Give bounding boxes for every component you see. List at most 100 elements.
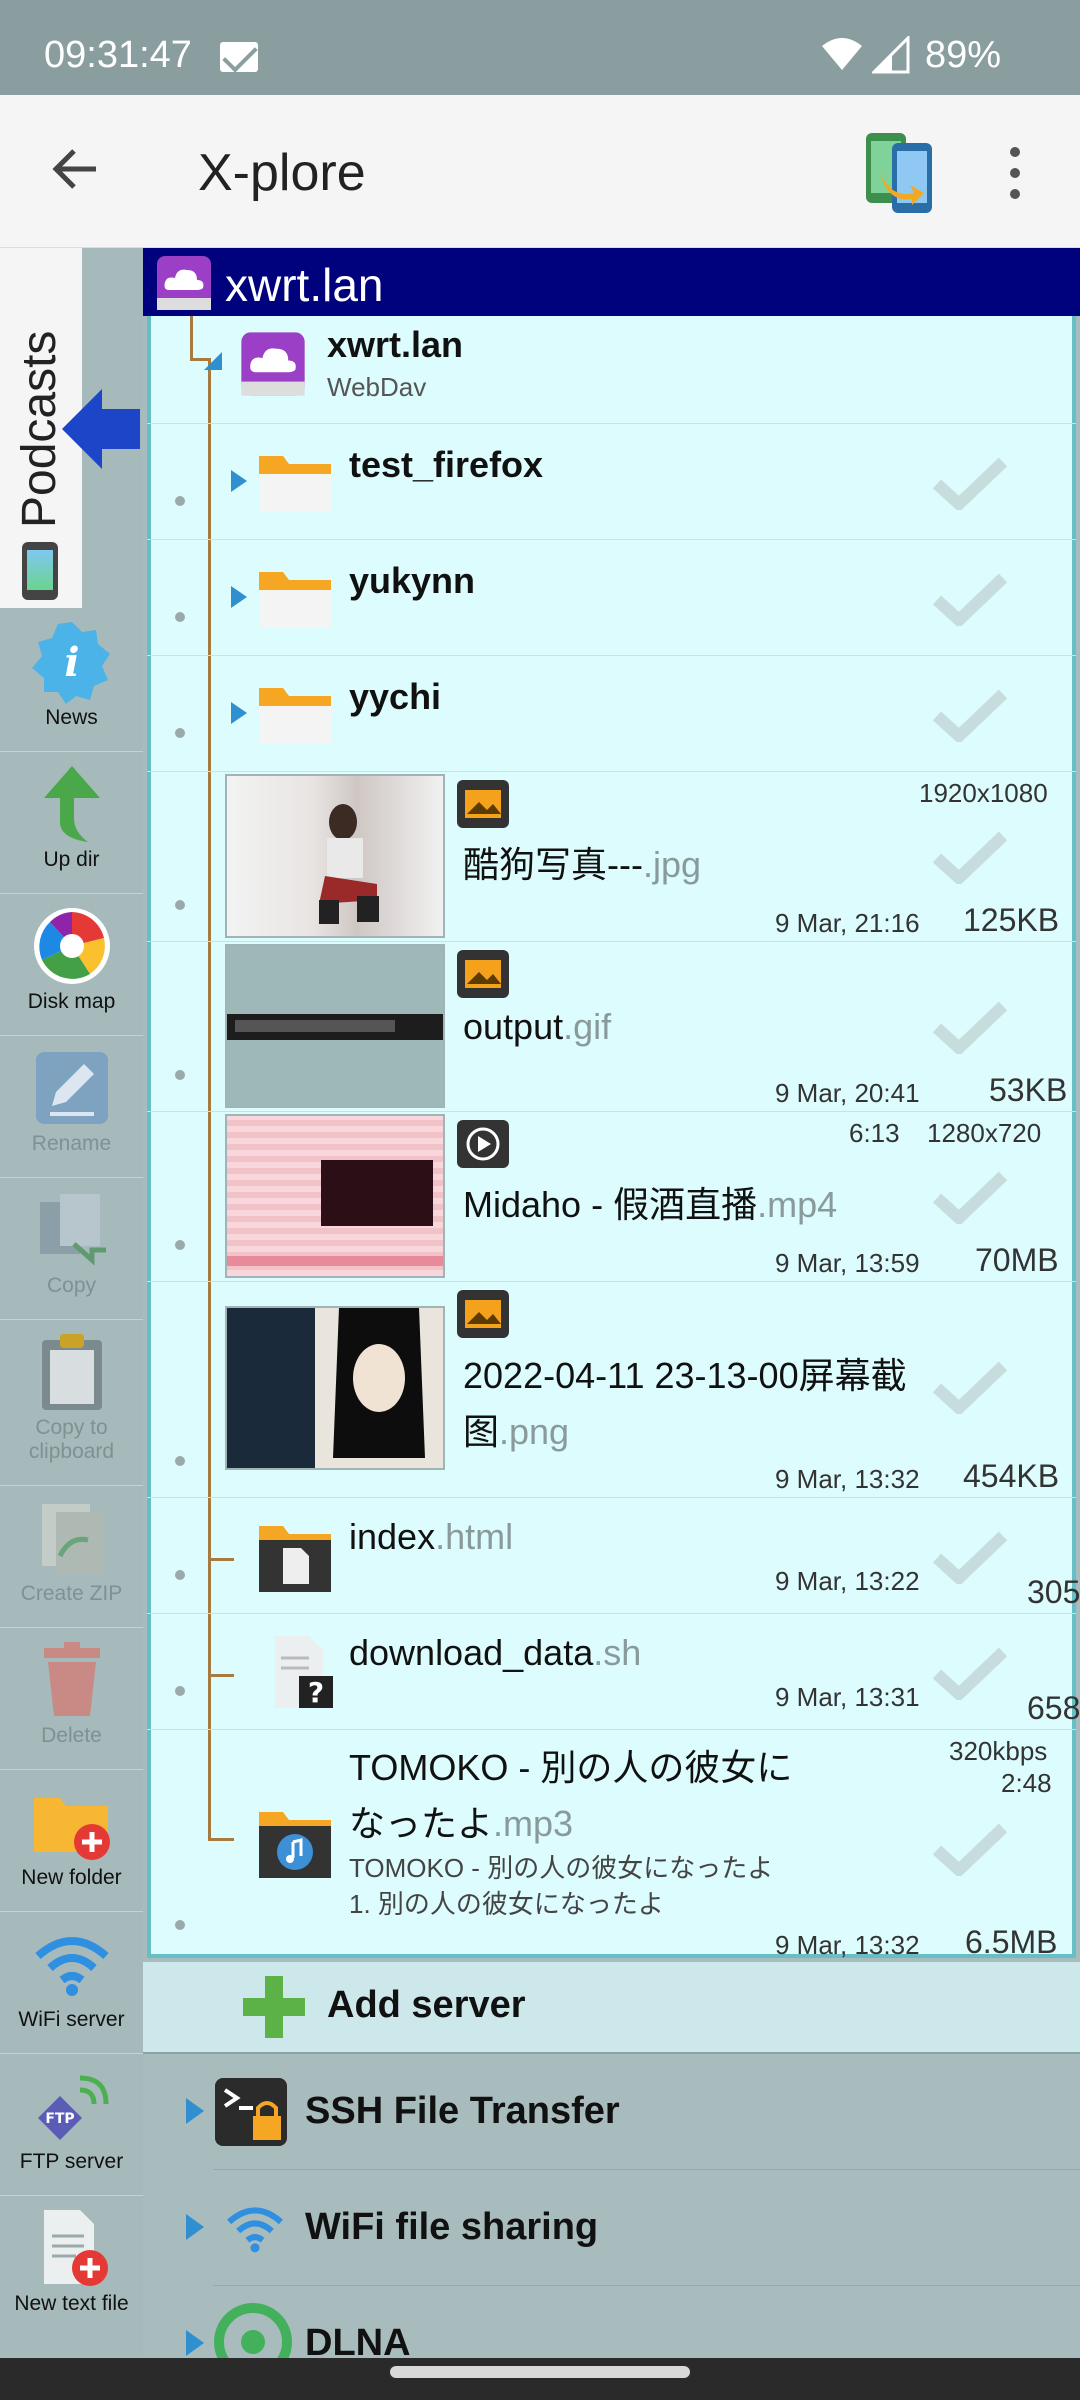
cloud-drive-icon [157, 256, 211, 310]
rename-button[interactable]: Rename [0, 1036, 143, 1178]
folder-icon [259, 572, 331, 628]
file-date: 9 Mar, 13:32 [775, 1464, 920, 1494]
new-text-file-button[interactable]: New text file [0, 2196, 143, 2338]
file-date: 9 Mar, 13:31 [775, 1682, 920, 1712]
check-icon[interactable] [933, 1170, 1007, 1224]
expand-triangle-icon[interactable] [231, 586, 247, 608]
audio-duration: 2:48 [1001, 1768, 1052, 1798]
svg-text:i: i [64, 639, 79, 686]
check-icon[interactable] [933, 830, 1007, 884]
new-text-file-icon [44, 2210, 108, 2286]
ssh-lock-icon [215, 2078, 287, 2146]
expand-triangle-icon[interactable] [186, 2098, 204, 2124]
up-dir-label: Up dir [43, 848, 100, 871]
panel-header[interactable]: xwrt.lan [143, 248, 1080, 316]
folder-row[interactable]: yychi [147, 656, 1076, 772]
check-icon[interactable] [933, 1822, 1007, 1876]
expand-triangle-icon[interactable] [186, 2214, 204, 2240]
app-bar: X-plore [0, 95, 1080, 248]
check-icon[interactable] [933, 1000, 1007, 1054]
plus-icon [243, 1976, 305, 2038]
root-name: xwrt.lan [327, 324, 464, 365]
file-row[interactable]: output.gif 9 Mar, 20:41 53KB [147, 942, 1076, 1112]
root-type: WebDav [327, 372, 427, 402]
file-name: index.html [349, 1516, 514, 1557]
folder-row[interactable]: yukynn [147, 540, 1076, 656]
panel-header-title: xwrt.lan [225, 259, 384, 311]
trash-icon [44, 1642, 100, 1716]
file-row[interactable]: 2022-04-11 23-13-00屏幕截 图.png 9 Mar, 13:32… [147, 1282, 1076, 1498]
check-icon[interactable] [933, 572, 1007, 626]
server-wifi-sharing[interactable]: WiFi file sharing [143, 2170, 1080, 2286]
server-ssh[interactable]: SSH File Transfer [143, 2054, 1080, 2170]
folder-name: yychi [349, 676, 442, 717]
file-date: 9 Mar, 13:22 [775, 1566, 920, 1596]
status-bar: 09:31:47 89% [0, 0, 1080, 95]
create-zip-label: Create ZIP [20, 1582, 123, 1605]
copy-label: Copy [46, 1274, 97, 1297]
ftp-server-icon: FTP [38, 2075, 109, 2140]
check-icon[interactable] [933, 1646, 1007, 1700]
back-arrow-icon[interactable] [50, 143, 102, 195]
file-name: output.gif [463, 1006, 612, 1047]
file-size: 70MB [975, 1242, 1059, 1278]
check-icon[interactable] [933, 456, 1007, 510]
file-row[interactable]: TOMOKO - 別の人の彼女に なったよ.mp3 320kbps 2:48 TO… [147, 1730, 1076, 1960]
disk-map-label: Disk map [27, 990, 116, 1013]
html-file-icon [259, 1526, 331, 1592]
copy-button[interactable]: Copy [0, 1178, 143, 1320]
home-gesture-pill[interactable] [390, 2366, 690, 2378]
folder-name: yukynn [349, 560, 476, 601]
expand-triangle-icon[interactable] [231, 702, 247, 724]
file-row[interactable]: 6:13 1280x720 Midaho - 假酒直播.mp4 9 Mar, 1… [147, 1112, 1076, 1282]
switch-pane-icon[interactable] [862, 129, 938, 217]
image-file-icon [457, 1290, 509, 1338]
system-navigation-bar [0, 2358, 1080, 2400]
file-row[interactable]: 1920x1080 酷狗写真---.jpg 9 Mar, 21:16 125KB [147, 772, 1076, 942]
disk-map-button[interactable]: Disk map [0, 894, 143, 1036]
up-arrow-icon [44, 766, 100, 842]
up-dir-button[interactable]: Up dir [0, 752, 143, 894]
root-row[interactable]: xwrt.lan WebDav [147, 316, 1076, 424]
ssh-label: SSH File Transfer [305, 2090, 620, 2132]
check-icon[interactable] [933, 1360, 1007, 1414]
image-thumbnail [225, 774, 445, 938]
check-icon[interactable] [933, 688, 1007, 742]
expand-triangle-icon[interactable] [231, 470, 247, 492]
folder-icon [259, 688, 331, 744]
create-zip-button[interactable]: Create ZIP [0, 1486, 143, 1628]
blue-left-arrow-icon [62, 389, 140, 469]
new-folder-button[interactable]: New folder [0, 1770, 143, 1912]
file-row[interactable]: index.html 9 Mar, 13:22 305B [147, 1498, 1080, 1614]
audio-tag-artist-title: TOMOKO - 別の人の彼女になったよ [349, 1853, 774, 1883]
clipboard-icon [42, 1334, 102, 1410]
check-icon[interactable] [933, 1530, 1007, 1584]
signal-icon [872, 36, 910, 74]
news-button[interactable]: i News [0, 610, 143, 752]
battery-level: 89% [925, 34, 1002, 76]
delete-button[interactable]: Delete [0, 1628, 143, 1770]
add-server-button[interactable]: Add server [143, 1962, 1080, 2054]
expand-triangle-icon[interactable] [186, 2330, 204, 2356]
file-row[interactable]: ? download_data.sh 9 Mar, 13:31 658B [147, 1614, 1080, 1730]
unknown-file-icon: ? [275, 1636, 333, 1709]
file-name: TOMOKO - 別の人の彼女に なったよ.mp3 [349, 1747, 793, 1844]
wifi-server-label: WiFi server [18, 2008, 125, 2031]
server-dlna[interactable]: DLNA [143, 2286, 1080, 2358]
image-file-icon [457, 780, 509, 828]
ftp-server-button[interactable]: FTP FTP server [0, 2054, 143, 2196]
audio-file-icon [259, 1812, 331, 1878]
copy-to-clipboard-button[interactable]: Copy to clipboard [0, 1320, 143, 1486]
tab-podcasts-label: Podcasts [13, 330, 66, 528]
video-thumbnail [225, 1114, 445, 1278]
news-label: News [45, 706, 98, 729]
delete-label: Delete [41, 1724, 102, 1747]
folder-row[interactable]: test_firefox [147, 424, 1076, 540]
file-date: 9 Mar, 13:59 [775, 1248, 920, 1278]
copy-icon [40, 1194, 106, 1266]
new-text-file-label: New text file [14, 2292, 129, 2315]
overflow-menu-icon[interactable] [1010, 147, 1022, 210]
wifi-server-button[interactable]: WiFi server [0, 1912, 143, 2054]
mail-notification-icon [220, 42, 258, 72]
image-thumbnail [225, 1306, 445, 1470]
